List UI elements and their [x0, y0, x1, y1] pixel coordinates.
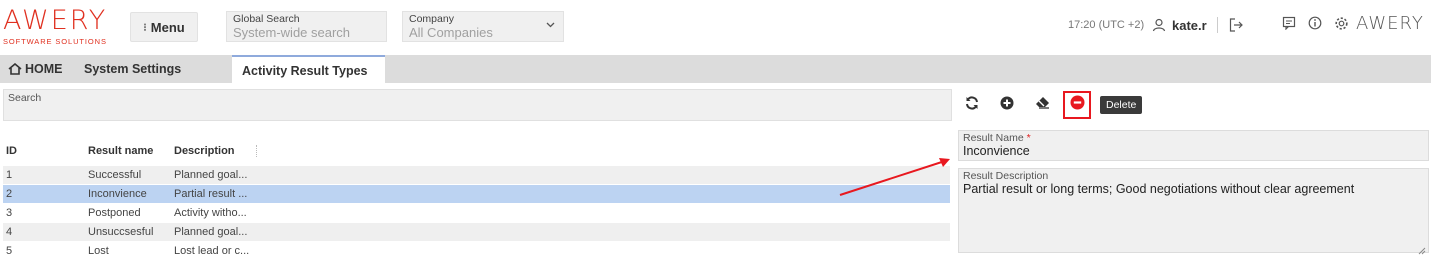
cell-result-name: Postponed: [88, 207, 141, 219]
search-input[interactable]: Search: [3, 89, 952, 121]
result-name-label-text: Result Name: [963, 132, 1024, 144]
result-description-field[interactable]: Result Description Partial result or lon…: [958, 168, 1429, 255]
awery-logo[interactable]: AWERY SOFTWARE SOLUTIONS: [3, 7, 113, 47]
global-search-label: Global Search: [233, 13, 300, 25]
cell-description: Planned goal...: [174, 226, 248, 238]
result-name-field[interactable]: Result Name * Inconvience: [958, 130, 1429, 161]
delete-icon: [1070, 95, 1085, 115]
menu-button[interactable]: ⁝ Menu: [130, 12, 198, 42]
cell-id: 4: [6, 226, 13, 238]
column-header-description[interactable]: Description: [170, 145, 257, 157]
cell-id: 2: [6, 188, 13, 200]
tab-system-settings-label: System Settings: [84, 62, 182, 76]
top-bar: AWERY SOFTWARE SOLUTIONS ⁝ Menu Global S…: [0, 0, 1431, 52]
table-row[interactable]: 4 Unsuccsesful Planned goal...: [3, 223, 950, 241]
username: kate.r: [1172, 17, 1207, 33]
cell-description: Planned goal...: [174, 169, 248, 181]
cell-result-name: Inconvience: [88, 188, 147, 200]
delete-tooltip: Delete: [1100, 96, 1143, 114]
record-toolbar: Delete: [958, 91, 1143, 119]
search-label: Search: [8, 92, 42, 104]
company-select[interactable]: Company All Companies: [402, 11, 564, 42]
tab-bar: HOME System Settings Activity Result Typ…: [0, 55, 1431, 84]
tab-home[interactable]: HOME: [0, 55, 70, 83]
result-description-textarea[interactable]: Partial result or long terms; Good negot…: [963, 182, 1424, 197]
divider: [1216, 17, 1218, 33]
tab-activity-result-types[interactable]: Activity Result Types: [232, 55, 385, 84]
global-search-field[interactable]: Global Search System-wide search: [226, 11, 387, 42]
logout-icon[interactable]: [1228, 16, 1246, 34]
add-icon: [1000, 96, 1014, 115]
cell-id: 1: [6, 169, 13, 181]
result-name-label: Result Name *: [963, 133, 1424, 144]
add-button[interactable]: [993, 91, 1021, 119]
global-search-input[interactable]: System-wide search: [233, 25, 380, 41]
table-row[interactable]: 1 Successful Planned goal...: [3, 166, 950, 184]
column-header-result-name[interactable]: Result name: [84, 145, 170, 157]
tab-home-label: HOME: [25, 62, 63, 76]
home-icon: [8, 63, 22, 75]
cell-result-name: Lost: [88, 245, 109, 257]
result-description-label: Result Description: [963, 170, 1049, 182]
chevron-down-icon: [546, 20, 555, 31]
user-menu[interactable]: kate.r: [1150, 14, 1246, 36]
chat-icon[interactable]: [1280, 14, 1298, 32]
menu-label: Menu: [150, 19, 185, 35]
table-row[interactable]: 3 Postponed Activity witho...: [3, 204, 950, 222]
annotation-arrow: [839, 158, 950, 196]
user-icon: [1150, 16, 1168, 34]
menu-dots-icon: ⁝: [143, 21, 147, 34]
eraser-icon: [1035, 96, 1050, 114]
tab-activity-result-types-label: Activity Result Types: [242, 63, 368, 78]
refresh-button[interactable]: [958, 91, 986, 119]
cell-id: 3: [6, 207, 13, 219]
cell-result-name: Unsuccsesful: [88, 226, 154, 238]
clock-display: 17:20 (UTC +2): [1068, 19, 1145, 31]
info-icon[interactable]: [1306, 14, 1324, 32]
company-value: All Companies: [409, 25, 493, 40]
cell-description: Partial result ...: [174, 188, 248, 200]
resize-handle-icon[interactable]: [1418, 242, 1426, 255]
column-header-id[interactable]: ID: [3, 145, 84, 157]
cell-description: Activity witho...: [174, 207, 247, 219]
table-row-selected[interactable]: 2 Inconvience Partial result ...: [3, 185, 950, 203]
clear-button[interactable]: [1028, 91, 1056, 119]
tab-system-settings[interactable]: System Settings: [76, 55, 216, 83]
logo-word: AWERY: [3, 5, 108, 36]
result-name-input[interactable]: Inconvience: [963, 144, 1424, 159]
results-table: ID Result name Description 1 Successful …: [3, 136, 950, 261]
refresh-icon: [965, 95, 979, 115]
company-label: Company: [409, 13, 454, 25]
required-asterisk: *: [1026, 132, 1031, 144]
table-row[interactable]: 5 Lost Lost lead or c...: [3, 242, 950, 260]
settings-icon[interactable]: [1332, 14, 1350, 32]
delete-button[interactable]: [1063, 91, 1091, 119]
cell-description: Lost lead or c...: [174, 245, 250, 257]
cell-id: 5: [6, 245, 13, 257]
cell-result-name: Successful: [88, 169, 142, 181]
brand-small: AWERY: [1356, 13, 1424, 34]
top-icons: [1280, 14, 1350, 32]
logo-subtitle: SOFTWARE SOLUTIONS: [3, 37, 107, 46]
table-header: ID Result name Description: [3, 136, 950, 166]
